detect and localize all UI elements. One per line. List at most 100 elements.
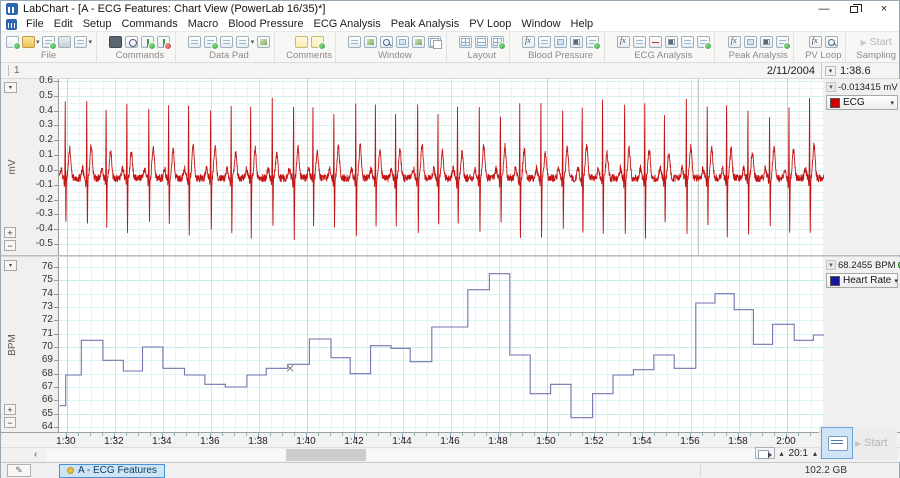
clear-selection-icon[interactable] <box>157 36 170 48</box>
goto-time-icon[interactable] <box>125 36 138 48</box>
hr-channel-caret-icon: ▾ <box>894 277 898 285</box>
menu-item-peak-analysis[interactable]: Peak Analysis <box>386 18 464 30</box>
duplicate-window-icon[interactable] <box>428 36 441 48</box>
menu-item-setup[interactable]: Setup <box>78 18 117 30</box>
add-to-datapad-icon[interactable] <box>204 36 217 48</box>
hr-channel-selector[interactable]: Heart Rate ▾ <box>826 273 898 288</box>
ecg-value-options-button[interactable]: ▾ <box>826 82 836 92</box>
menu-item-blood-pressure[interactable]: Blood Pressure <box>223 18 308 30</box>
x-tick-label: 1:30 <box>56 436 75 447</box>
document-icon[interactable] <box>6 19 17 30</box>
menu-item-file[interactable]: File <box>21 18 49 30</box>
bp-table-icon[interactable] <box>538 36 551 48</box>
open-file-icon[interactable] <box>22 36 35 48</box>
compression-decrease-button[interactable]: ▴ <box>780 449 784 458</box>
save-file-icon[interactable] <box>42 36 55 48</box>
ecg-table-icon[interactable] <box>633 36 646 48</box>
ecg-channel-selector[interactable]: ECG ▾ <box>826 95 898 110</box>
toolbar-group-ecg-analysis: ECG Analysis <box>612 32 715 62</box>
menu-item-edit[interactable]: Edit <box>49 18 78 30</box>
ecg-average-icon[interactable] <box>649 36 662 48</box>
pv-settings-icon[interactable] <box>809 36 822 48</box>
hr-value-options-button[interactable]: ▾ <box>826 260 836 270</box>
x-tick-label: 1:52 <box>584 436 603 447</box>
peak-pane-icon[interactable] <box>760 36 773 48</box>
compression-ratio[interactable]: 20:1 <box>789 448 808 459</box>
ecg-settings-icon[interactable] <box>617 36 630 48</box>
add-comment-icon[interactable] <box>295 36 308 48</box>
toolbar-group-label: File <box>41 50 56 61</box>
toolbar-start-button[interactable]: ▶Start <box>861 34 892 50</box>
add-pane-icon[interactable] <box>491 36 504 48</box>
scrollbar-track[interactable] <box>46 449 756 461</box>
bp-pane-icon[interactable] <box>570 36 583 48</box>
menu-item-macro[interactable]: Macro <box>183 18 224 30</box>
ecg-y-axis: 0.60.50.40.30.20.10.0-0.1-0.2-0.3-0.4-0.… <box>28 79 58 255</box>
bp-view-icon[interactable] <box>554 36 567 48</box>
ecg-zoom-out-button[interactable]: − <box>4 240 16 251</box>
scroll-mode-button[interactable] <box>821 427 853 459</box>
ecg-run-icon[interactable] <box>697 36 710 48</box>
export-icon[interactable] <box>74 36 87 48</box>
datapad-options-caret-icon[interactable]: ▾ <box>251 38 255 46</box>
find-icon[interactable] <box>109 36 122 48</box>
menu-item-window[interactable]: Window <box>516 18 565 30</box>
start-sampling-button[interactable]: ▶ Start <box>855 427 897 459</box>
pv-view-icon[interactable] <box>825 36 838 48</box>
datapad-options-icon[interactable] <box>236 36 249 48</box>
time-value: 1:38.6 <box>840 65 871 77</box>
menu-item-pv-loop[interactable]: PV Loop <box>464 18 516 30</box>
annotation-icon[interactable]: ✎ <box>7 464 31 477</box>
close-button[interactable]: × <box>869 1 899 17</box>
restore-icon <box>850 6 858 13</box>
minimize-button[interactable]: — <box>809 1 839 17</box>
time-options-button[interactable]: ▾ <box>825 66 836 76</box>
scope-window-icon[interactable] <box>396 36 409 48</box>
datapad-select-icon[interactable] <box>220 36 233 48</box>
comments-window-icon[interactable] <box>311 36 324 48</box>
restore-button[interactable] <box>839 1 869 17</box>
bp-settings-icon[interactable] <box>522 36 535 48</box>
open-file-caret-icon[interactable]: ▾ <box>36 38 40 46</box>
menu-item-help[interactable]: Help <box>566 18 599 30</box>
new-document-icon[interactable] <box>6 36 19 48</box>
datapad-graph-icon[interactable] <box>257 36 270 48</box>
dual-layout-icon[interactable] <box>475 36 488 48</box>
hr-color-swatch <box>830 276 840 286</box>
xy-window-icon[interactable] <box>412 36 425 48</box>
toolbar-group-sampling: ▶StartSampling <box>853 32 899 62</box>
menu-item-commands[interactable]: Commands <box>116 18 182 30</box>
hr-zoom-in-button[interactable]: + <box>4 404 16 415</box>
hr-plot-area[interactable] <box>58 257 823 432</box>
tile-windows-icon[interactable] <box>348 36 361 48</box>
zoom-window-icon[interactable] <box>380 36 393 48</box>
ecg-report-icon[interactable] <box>681 36 694 48</box>
peak-settings-icon[interactable] <box>728 36 741 48</box>
selection-icon[interactable] <box>141 36 154 48</box>
menu-item-ecg-analysis[interactable]: ECG Analysis <box>308 18 385 30</box>
ecg-plot-area[interactable] <box>58 79 823 255</box>
compression-increase-button[interactable]: ▴ <box>813 449 817 458</box>
x-tick-label: 1:40 <box>296 436 315 447</box>
ecg-zoom-in-button[interactable]: + <box>4 227 16 238</box>
hr-scale-menu-button[interactable]: ▾ <box>4 260 17 271</box>
ecg-current-value: -0.013415 mV <box>838 82 898 93</box>
quad-layout-icon[interactable] <box>459 36 472 48</box>
hr-zoom-out-button[interactable]: − <box>4 417 16 428</box>
export-caret-icon[interactable]: ▾ <box>89 38 93 46</box>
datapad-view-icon[interactable] <box>188 36 201 48</box>
bp-run-icon[interactable] <box>586 36 599 48</box>
peak-view-icon[interactable] <box>744 36 757 48</box>
hr-y-tick-label: 72 <box>42 315 53 325</box>
scrollbar-thumb[interactable] <box>286 449 366 461</box>
toolbar: ▾▾FileCommands▾Data PadCommentsWindowLay… <box>1 32 899 63</box>
scroll-left-icon[interactable]: ‹ <box>34 449 37 460</box>
ecg-y-tick-label: 0.5 <box>39 91 53 101</box>
peak-run-icon[interactable] <box>776 36 789 48</box>
ecg-pane-icon[interactable] <box>665 36 678 48</box>
go-to-end-button[interactable] <box>755 447 775 459</box>
tab-ecg-features[interactable]: A - ECG Features <box>59 464 165 478</box>
print-icon[interactable] <box>58 36 71 48</box>
ecg-scale-menu-button[interactable]: ▾ <box>4 82 17 93</box>
chart-window-icon[interactable] <box>364 36 377 48</box>
